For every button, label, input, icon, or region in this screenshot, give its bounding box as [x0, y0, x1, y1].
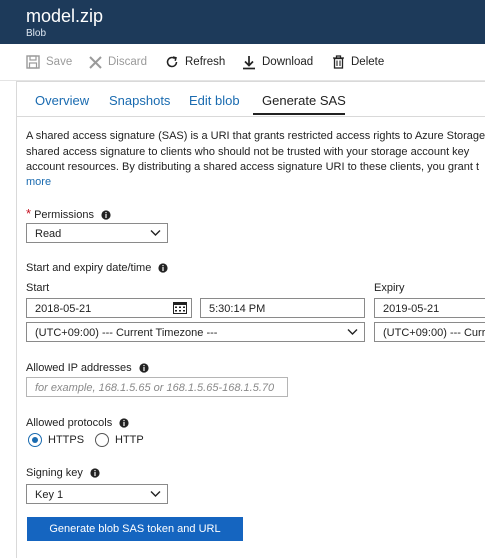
description-line: A shared access signature (SAS) is a URI… [26, 130, 485, 142]
tab-edit-blob[interactable]: Edit blob [189, 93, 240, 108]
protocol-radio-group: HTTPS HTTP [28, 433, 228, 449]
chevron-down-icon [150, 230, 161, 236]
calendar-icon[interactable] [173, 302, 187, 314]
close-icon [89, 55, 102, 69]
permissions-label: * Permissions [26, 206, 111, 221]
required-marker: * [26, 206, 32, 221]
start-label: Start [26, 282, 50, 294]
delete-label: Delete [351, 56, 385, 68]
trash-icon [333, 55, 344, 69]
sas-description: A shared access signature (SAS) is a URI… [26, 129, 485, 176]
blade-content: Overview Snapshots Edit blob Generate SA… [16, 81, 485, 558]
http-label: HTTP [115, 434, 144, 446]
signing-key-dropdown[interactable]: Key 1 [26, 484, 168, 504]
expiry-date-field[interactable]: 2019-05-21 [374, 298, 485, 318]
generate-sas-button[interactable]: Generate blob SAS token and URL [27, 517, 243, 541]
signing-key-label-text: Signing key [26, 467, 83, 479]
discard-button[interactable]: Discard [89, 53, 147, 71]
permissions-dropdown[interactable]: Read [26, 223, 168, 243]
start-date-field[interactable]: 2018-05-21 [26, 298, 192, 318]
refresh-button[interactable]: Refresh [165, 53, 225, 71]
command-bar: Save Discard Refresh Download Delete [0, 44, 485, 81]
blade-title: model.zip [26, 6, 104, 26]
start-timezone-dropdown[interactable]: (UTC+09:00) --- Current Timezone --- [26, 322, 365, 342]
http-radio[interactable] [95, 433, 109, 447]
blade-subtitle: Blob [26, 28, 47, 39]
permissions-value: Read [35, 228, 62, 240]
info-icon [101, 210, 111, 220]
expiry-timezone-value: (UTC+09:00) --- Curr [383, 327, 485, 339]
info-icon [90, 468, 100, 478]
download-button[interactable]: Download [242, 53, 313, 71]
more-link[interactable]: more [26, 176, 51, 188]
description-line: shared access signature to clients who s… [26, 145, 470, 158]
date-section-label-text: Start and expiry date/time [26, 262, 152, 274]
protocols-label-text: Allowed protocols [26, 417, 113, 429]
expiry-timezone-dropdown[interactable]: (UTC+09:00) --- Curr [374, 322, 485, 342]
active-tab-indicator [253, 113, 345, 115]
start-time-value: 5:30:14 PM [209, 303, 266, 315]
signing-key-value: Key 1 [35, 489, 64, 501]
ip-label-text: Allowed IP addresses [26, 362, 132, 374]
tab-snapshots[interactable]: Snapshots [109, 93, 170, 108]
ip-input[interactable]: for example, 168.1.5.65 or 168.1.5.65-16… [26, 377, 288, 397]
download-label: Download [262, 56, 314, 68]
tab-generate-sas[interactable]: Generate SAS [262, 93, 346, 108]
ip-label: Allowed IP addresses [26, 362, 149, 374]
chevron-down-icon [150, 491, 161, 497]
protocols-label: Allowed protocols [26, 417, 129, 429]
refresh-label: Refresh [185, 56, 226, 68]
discard-label: Discard [108, 56, 147, 68]
save-button[interactable]: Save [26, 53, 72, 71]
https-radio[interactable] [28, 433, 42, 447]
description-line: account resources. By distributing a sha… [26, 161, 480, 173]
expiry-date-value: 2019-05-21 [383, 303, 440, 315]
date-section-label: Start and expiry date/time [26, 262, 169, 274]
start-time-field[interactable]: 5:30:14 PM [200, 298, 365, 318]
start-date-value: 2018-05-21 [35, 303, 92, 315]
save-label: Save [46, 56, 73, 68]
save-icon [26, 55, 40, 69]
start-timezone-value: (UTC+09:00) --- Current Timezone --- [35, 327, 218, 339]
tab-overview[interactable]: Overview [35, 93, 89, 108]
ip-placeholder: for example, 168.1.5.65 or 168.1.5.65-16… [35, 382, 275, 394]
info-icon [158, 263, 169, 273]
chevron-down-icon [347, 329, 358, 335]
delete-button[interactable]: Delete [332, 53, 384, 71]
expiry-label: Expiry [374, 282, 405, 294]
info-icon [139, 363, 149, 373]
download-icon [243, 55, 255, 69]
refresh-icon [166, 56, 178, 68]
blade-header: model.zip Blob [0, 0, 485, 44]
permissions-label-text: Permissions [34, 209, 94, 221]
info-icon [119, 418, 129, 428]
signing-key-label: Signing key [26, 467, 100, 479]
https-label: HTTPS [48, 434, 85, 446]
tab-strip: Overview Snapshots Edit blob Generate SA… [17, 82, 485, 117]
